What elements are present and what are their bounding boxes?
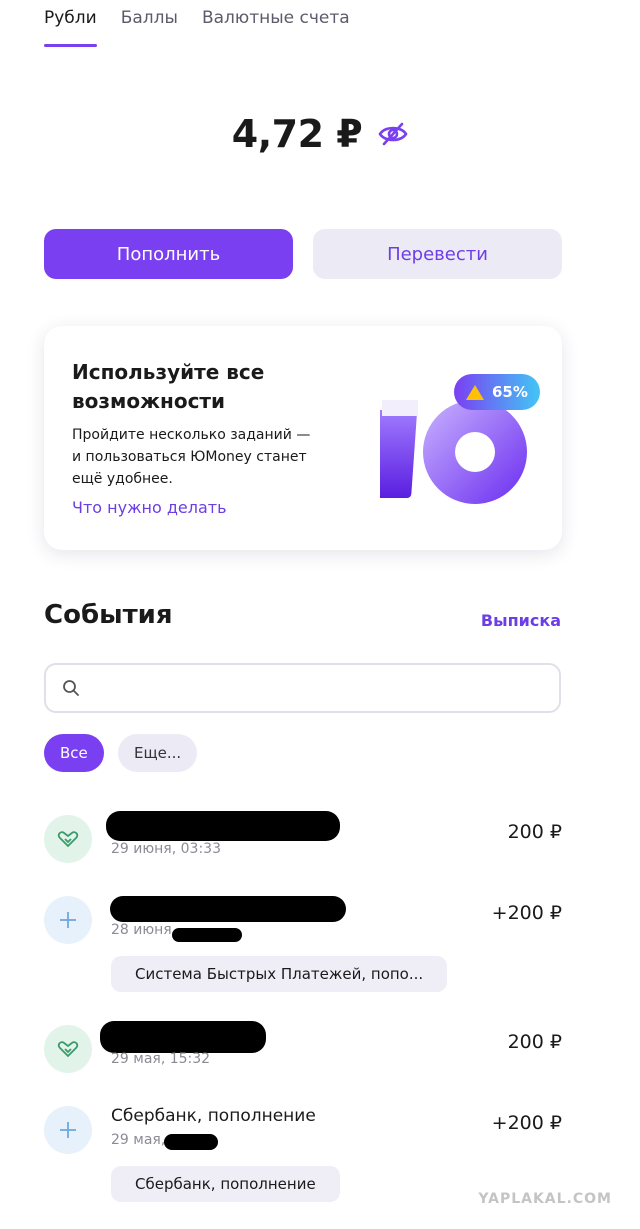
tab-currency-accounts[interactable]: Валютные счета (202, 6, 350, 46)
transfer-button[interactable]: Перевести (313, 229, 562, 279)
event-amount: +200 ₽ (491, 902, 562, 924)
events-title: События (44, 600, 173, 630)
progress-label: 65% (492, 383, 528, 401)
promo-text: Пройдите несколько заданий — и пользоват… (72, 427, 311, 487)
eye-off-icon[interactable] (378, 122, 408, 146)
warning-icon (466, 384, 484, 400)
event-icon (44, 1106, 92, 1154)
event-item[interactable]: 29 мая, 15:32 200 ₽ (44, 1021, 562, 1085)
promo-title: Используйте все возможности (72, 360, 265, 413)
balance-row: 4,72 ₽ (0, 112, 640, 156)
event-amount: +200 ₽ (491, 1112, 562, 1134)
filter-all-chip[interactable]: Все (44, 734, 104, 772)
watermark: YAPLAKAL.COM (478, 1191, 612, 1207)
account-tabs: Рубли Баллы Валютные счета (44, 6, 350, 50)
redaction (164, 1134, 218, 1150)
event-date: 29 июня, 03:33 (111, 841, 221, 857)
event-tag: Система Быстрых Платежей, попо... (111, 956, 448, 992)
event-amount: 200 ₽ (507, 821, 562, 843)
event-date: 29 мая, (111, 1132, 166, 1148)
promo-link[interactable]: Что нужно делать (72, 498, 227, 517)
heart-handshake-icon (57, 1041, 79, 1058)
statement-link[interactable]: Выписка (481, 611, 561, 630)
event-title: Сбербанк, пополнение (111, 1106, 316, 1126)
event-date: 28 июня (111, 922, 172, 938)
event-item[interactable]: 28 июня +200 ₽ Система Быстрых Платежей,… (44, 896, 562, 996)
tab-points[interactable]: Баллы (121, 6, 178, 46)
balance-amount: 4,72 ₽ (231, 112, 363, 156)
plus-icon (60, 912, 76, 928)
progress-badge: 65% (454, 374, 540, 410)
redaction (100, 1021, 266, 1053)
heart-handshake-icon (57, 831, 79, 848)
search-icon (63, 680, 79, 696)
redaction (172, 928, 242, 942)
search-input[interactable] (90, 678, 530, 698)
event-date: 29 мая, 15:32 (111, 1051, 211, 1067)
event-icon (44, 815, 92, 863)
topup-button[interactable]: Пополнить (44, 229, 293, 279)
event-amount: 200 ₽ (507, 1031, 562, 1053)
search-box[interactable] (44, 663, 561, 713)
event-tag: Сбербанк, пополнение (111, 1166, 340, 1202)
event-item[interactable]: 29 июня, 03:33 200 ₽ (44, 811, 562, 875)
event-icon (44, 1025, 92, 1073)
event-icon (44, 896, 92, 944)
promo-card: Используйте все возможности Пройдите нес… (44, 326, 562, 550)
plus-icon (60, 1122, 76, 1138)
filter-more-chip[interactable]: Еще... (118, 734, 198, 772)
redaction (106, 811, 340, 841)
tab-rubles[interactable]: Рубли (44, 6, 97, 47)
redaction (110, 896, 346, 922)
